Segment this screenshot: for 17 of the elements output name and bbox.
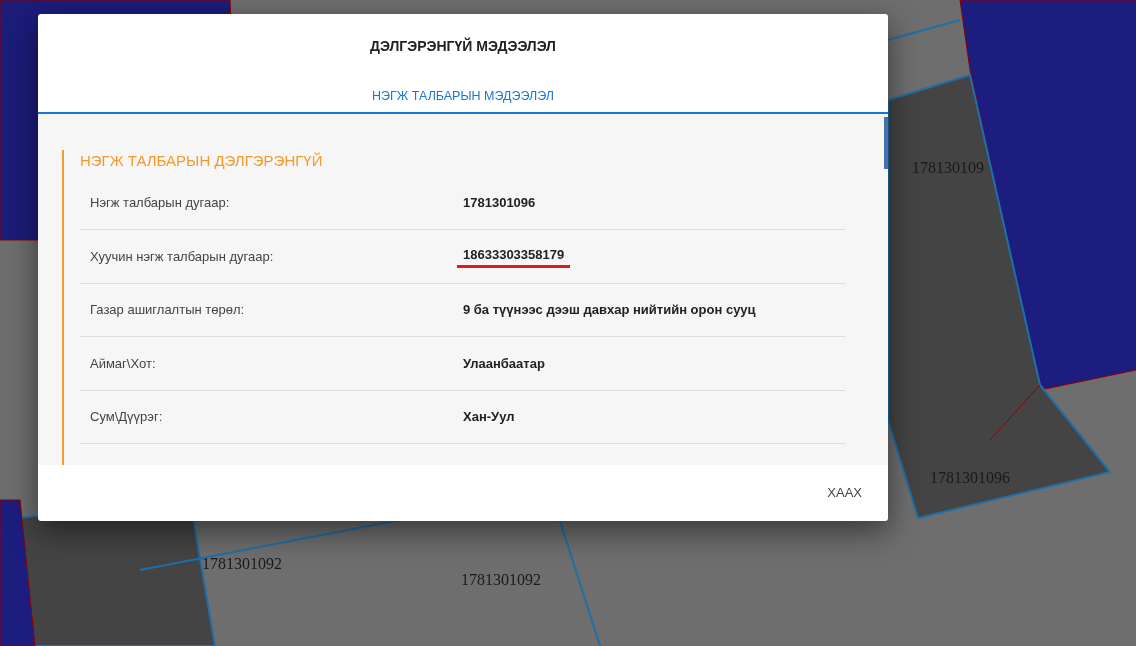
field-label: Газар ашиглалтын төрөл:	[89, 301, 246, 320]
field-value: Хан-Уул	[463, 408, 515, 427]
dialog-title: ДЭЛГЭРЭНГҮЙ МЭДЭЭЛЭЛ	[370, 36, 556, 56]
parcel-number: 1781301092	[461, 570, 541, 590]
field-label: Хуучин нэгж талбарын дугаар:	[89, 247, 275, 266]
parcel-number: 1781301092	[202, 554, 282, 574]
field-value: Улаанбаатар	[463, 354, 545, 373]
field-value: 9 ба түүнээс дээш давхар нийтийн орон сууц	[463, 301, 756, 320]
field-value: 18633303358179	[457, 245, 571, 268]
field-label: Аймаг\Хот:	[89, 354, 157, 373]
field-label: Сум\Дүүрэг:	[89, 408, 164, 427]
field-label: Нэгж талбарын дугаар:	[89, 194, 231, 213]
close-button[interactable]: ХААХ	[821, 482, 868, 504]
field-value: 1781301096	[463, 194, 536, 213]
scrollbar-thumb[interactable]	[884, 117, 888, 169]
tab[interactable]: НЭГЖ ТАЛБАРЫН МЭДЭЭЛЭЛ	[368, 85, 558, 108]
section-title: НЭГЖ ТАЛБАРЫН ДЭЛГЭРЭНГҮЙ	[80, 151, 324, 171]
